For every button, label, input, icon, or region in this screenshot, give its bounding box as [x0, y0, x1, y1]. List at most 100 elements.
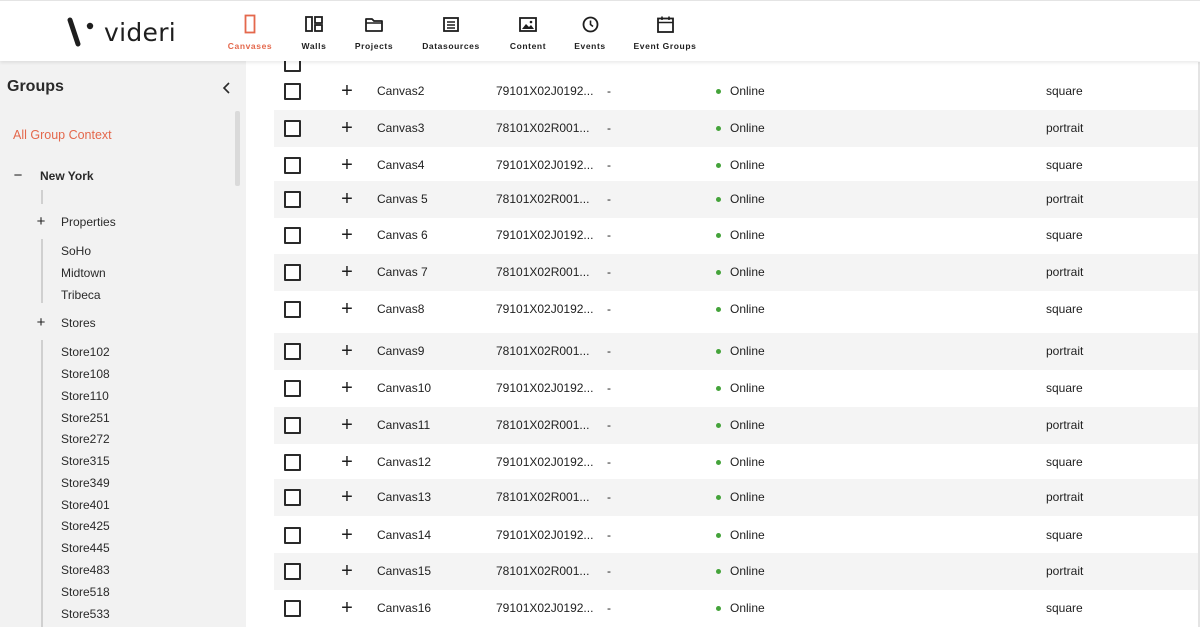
tree-item[interactable]: Store445 — [61, 541, 110, 555]
collapse-toggle[interactable]: − — [12, 168, 24, 183]
row-checkbox[interactable] — [284, 264, 301, 281]
canvas-serial: 79101X02J0192... — [496, 528, 594, 542]
add-icon[interactable]: + — [340, 415, 354, 435]
row-checkbox[interactable] — [284, 563, 301, 580]
all-group-context-link[interactable]: All Group Context — [13, 128, 112, 142]
sidebar-scrollbar[interactable] — [235, 111, 240, 186]
tree-item[interactable]: Store518 — [61, 585, 110, 599]
row-checkbox[interactable] — [284, 417, 301, 434]
logo[interactable]: videri — [66, 17, 176, 47]
add-icon[interactable]: + — [340, 598, 354, 618]
row-checkbox[interactable] — [284, 120, 301, 137]
row-checkbox[interactable] — [284, 191, 301, 208]
canvas-name[interactable]: Canvas14 — [377, 528, 431, 542]
tree-item[interactable]: Store251 — [61, 411, 110, 425]
add-icon[interactable]: + — [340, 189, 354, 209]
canvas-name[interactable]: Canvas2 — [377, 84, 424, 98]
canvas-name[interactable]: Canvas9 — [377, 344, 424, 358]
nav-content[interactable]: Content — [506, 1, 550, 61]
canvas-name[interactable]: Canvas10 — [377, 381, 431, 395]
add-icon[interactable]: + — [340, 378, 354, 398]
canvas-name[interactable]: Canvas 5 — [377, 192, 428, 206]
add-icon[interactable]: + — [340, 525, 354, 545]
table-row[interactable]: + Canvas16 79101X02J0192... - Online squ… — [274, 590, 1200, 627]
row-checkbox[interactable] — [284, 301, 301, 318]
canvas-name[interactable]: Canvas16 — [377, 601, 431, 615]
table-row[interactable]: + Canvas9 78101X02R001... - Online portr… — [274, 333, 1200, 370]
row-checkbox[interactable] — [284, 157, 301, 174]
tree-item-properties[interactable]: Properties — [61, 215, 116, 229]
table-row[interactable]: + Canvas13 78101X02R001... - Online port… — [274, 479, 1200, 516]
add-icon[interactable]: + — [340, 225, 354, 245]
add-icon[interactable]: + — [340, 341, 354, 361]
canvas-name[interactable]: Canvas3 — [377, 121, 424, 135]
add-icon[interactable]: + — [340, 561, 354, 581]
expand-toggle[interactable]: + — [35, 214, 47, 229]
tree-item[interactable]: Tribeca — [61, 288, 101, 302]
tree-item[interactable]: Store110 — [61, 389, 109, 403]
expand-toggle[interactable]: + — [35, 315, 47, 330]
canvas-extra: - — [607, 418, 611, 432]
row-checkbox[interactable] — [284, 489, 301, 506]
add-icon[interactable]: + — [340, 118, 354, 138]
nav-datasources[interactable]: Datasources — [419, 1, 483, 61]
tree-item[interactable]: Store425 — [61, 519, 110, 533]
add-icon[interactable]: + — [340, 81, 354, 101]
add-icon[interactable]: + — [340, 155, 354, 175]
tree-item[interactable]: Store315 — [61, 454, 110, 468]
nav-events[interactable]: Events — [572, 1, 608, 61]
nav-projects[interactable]: Projects — [352, 1, 396, 61]
canvas-name[interactable]: Canvas 6 — [377, 228, 428, 242]
table-row[interactable]: + Canvas15 78101X02R001... - Online port… — [274, 553, 1200, 590]
tree-item[interactable]: Store401 — [61, 498, 110, 512]
canvas-name[interactable]: Canvas 7 — [377, 265, 428, 279]
canvas-name[interactable]: Canvas11 — [377, 418, 430, 432]
tree-item[interactable]: Store272 — [61, 432, 110, 446]
tree-item[interactable]: Store483 — [61, 563, 110, 577]
canvas-name[interactable]: Canvas4 — [377, 158, 424, 172]
canvas-name[interactable]: Canvas13 — [377, 490, 431, 504]
row-checkbox[interactable] — [284, 227, 301, 244]
row-checkbox[interactable] — [284, 83, 301, 100]
tree-item-stores[interactable]: Stores — [61, 316, 96, 330]
nav-event-groups[interactable]: Event Groups — [632, 1, 698, 61]
table-row[interactable]: + Canvas3 78101X02R001... - Online portr… — [274, 110, 1200, 147]
chevron-left-icon[interactable] — [220, 81, 234, 95]
orientation: portrait — [1046, 418, 1084, 432]
tree-item[interactable]: Store108 — [61, 367, 110, 381]
row-checkbox[interactable] — [284, 343, 301, 360]
table-row[interactable]: + Canvas11 78101X02R001... - Online port… — [274, 407, 1200, 444]
row-checkbox[interactable] — [284, 454, 301, 471]
table-row[interactable]: + Canvas2 79101X02J0192... - Online squa… — [274, 73, 1200, 110]
add-icon[interactable]: + — [340, 262, 354, 282]
tree-item[interactable]: Store533 — [61, 607, 110, 621]
tree-item[interactable]: Store349 — [61, 476, 110, 490]
table-row[interactable]: + Canvas 5 78101X02R001... - Online port… — [274, 181, 1200, 218]
canvas-name[interactable]: Canvas8 — [377, 302, 424, 316]
row-checkbox[interactable] — [284, 527, 301, 544]
add-icon[interactable]: + — [340, 299, 354, 319]
nav-walls[interactable]: Walls — [298, 1, 330, 61]
canvas-name[interactable]: Canvas12 — [377, 455, 431, 469]
canvas-serial: 78101X02R001... — [496, 418, 590, 432]
table-row[interactable]: + Canvas8 79101X02J0192... - Online squa… — [274, 291, 1200, 328]
add-icon[interactable]: + — [340, 452, 354, 472]
row-checkbox[interactable] — [284, 380, 301, 397]
add-icon[interactable]: + — [340, 487, 354, 507]
row-checkbox[interactable] — [284, 61, 301, 72]
tree-item-new-york[interactable]: New York — [40, 169, 94, 183]
tree-item[interactable]: Midtown — [61, 266, 106, 280]
canvas-extra: - — [607, 192, 611, 206]
nav-canvases[interactable]: Canvases — [226, 1, 274, 61]
table-row[interactable]: + Canvas12 79101X02J0192... - Online squ… — [274, 444, 1200, 481]
table-row[interactable]: + Canvas 7 78101X02R001... - Online port… — [274, 254, 1200, 291]
tree-item[interactable]: SoHo — [61, 244, 91, 258]
table-row[interactable]: + Canvas4 79101X02J0192... - Online squa… — [274, 147, 1200, 184]
table-row[interactable]: + Canvas14 79101X02J0192... - Online squ… — [274, 517, 1200, 554]
canvas-name[interactable]: Canvas15 — [377, 564, 431, 578]
tree-item[interactable]: Store102 — [61, 345, 110, 359]
status-text: Online — [730, 381, 765, 395]
row-checkbox[interactable] — [284, 600, 301, 617]
table-row[interactable]: + Canvas 6 79101X02J0192... - Online squ… — [274, 217, 1200, 254]
table-row[interactable]: + Canvas10 79101X02J0192... - Online squ… — [274, 370, 1200, 407]
